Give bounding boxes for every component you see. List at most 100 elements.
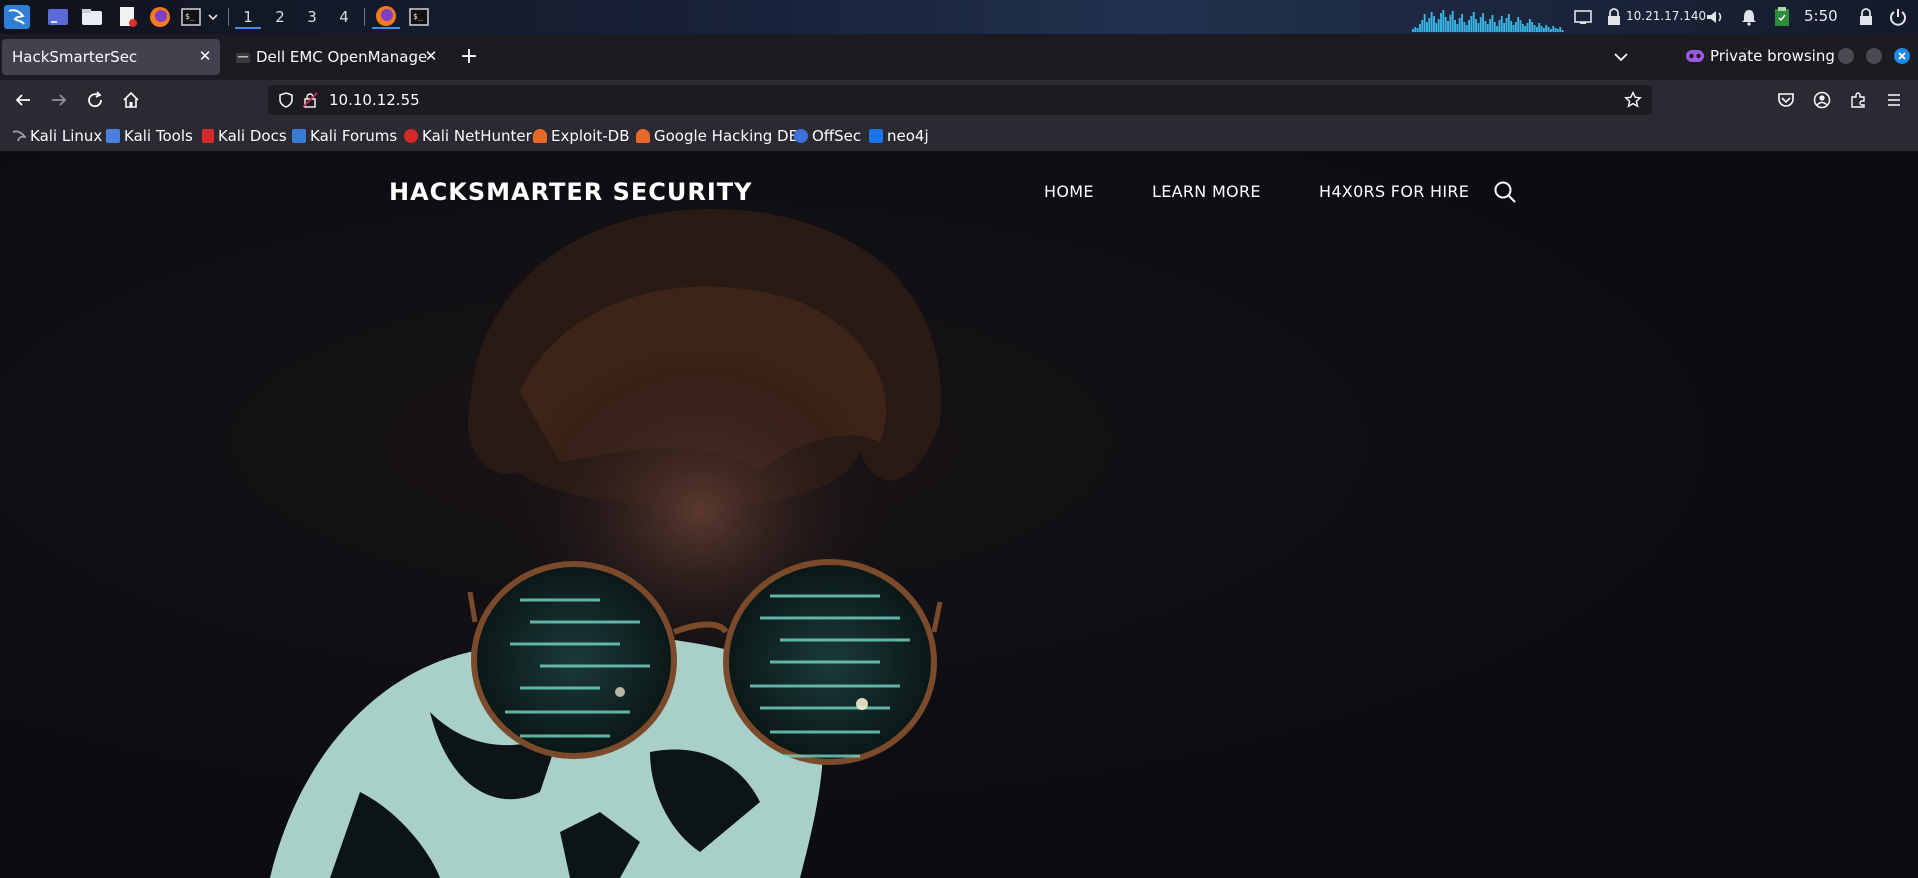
network-graph-bar	[1549, 29, 1552, 32]
network-graph-bar	[1479, 17, 1482, 32]
url-bar[interactable]: 10.10.12.55	[268, 85, 1652, 115]
insecure-lock-icon[interactable]	[302, 92, 318, 108]
account-icon[interactable]	[1808, 86, 1836, 114]
page-content: HACKSMARTER SECURITY HOME LEARN MORE H4X…	[0, 152, 1918, 878]
network-graph-bar	[1561, 30, 1564, 32]
bookmark-kali-forums[interactable]: Kali Forums	[292, 125, 397, 147]
bookmark-kali-docs[interactable]: Kali Docs	[202, 125, 287, 147]
volume-icon[interactable]	[1704, 5, 1726, 29]
network-graph-bar	[1435, 23, 1438, 32]
bookmark-star-icon[interactable]	[1624, 90, 1642, 109]
close-tab-icon[interactable]: ✕	[196, 47, 214, 65]
panel-separator	[228, 8, 229, 26]
kali-dragon-icon	[12, 129, 28, 143]
shield-icon[interactable]	[278, 92, 294, 108]
network-graph-bar	[1456, 24, 1459, 32]
minimize-button[interactable]	[1838, 48, 1854, 64]
desktop-icon[interactable]	[46, 5, 70, 29]
bookmark-kali-linux[interactable]: Kali Linux	[12, 125, 102, 147]
nav-h4x0rs-for-hire[interactable]: H4X0RS FOR HIRE	[1319, 182, 1469, 201]
bookmark-label: Kali Forums	[310, 127, 398, 145]
network-graph-bar	[1552, 26, 1555, 32]
close-window-button[interactable]	[1894, 48, 1910, 64]
network-graph-bar	[1545, 25, 1548, 32]
network-graph-bar	[1428, 18, 1431, 32]
file-manager-icon[interactable]	[80, 5, 104, 29]
exploit-db-icon	[533, 129, 547, 143]
hamburger-menu-icon[interactable]	[1880, 86, 1908, 114]
back-button[interactable]	[9, 86, 37, 114]
extensions-icon[interactable]	[1844, 86, 1872, 114]
network-graph-bar	[1421, 20, 1424, 32]
text-editor-icon[interactable]	[116, 5, 140, 29]
search-icon[interactable]	[1493, 180, 1517, 204]
nav-home[interactable]: HOME	[1044, 182, 1094, 201]
firefox-icon[interactable]	[148, 5, 172, 29]
private-browsing-indicator: Private browsing	[1686, 44, 1835, 68]
kali-menu-icon[interactable]	[3, 5, 31, 29]
network-graph-bar	[1514, 22, 1517, 32]
display-icon[interactable]	[1572, 5, 1594, 29]
network-graph-bar	[1442, 10, 1445, 32]
url-text: 10.10.12.55	[329, 91, 420, 109]
forward-button[interactable]	[45, 86, 73, 114]
kali-tools-icon	[106, 129, 120, 143]
bookmark-label: Kali Docs	[218, 127, 287, 145]
lock-icon[interactable]	[1856, 5, 1876, 29]
close-tab-icon[interactable]: ✕	[422, 47, 440, 65]
network-graph-bar	[1547, 27, 1550, 32]
notification-bell-icon[interactable]	[1738, 5, 1760, 29]
bookmark-kali-nethunter[interactable]: Kali NetHunter	[404, 125, 532, 147]
vpn-icon[interactable]	[1604, 5, 1624, 29]
list-all-tabs-icon[interactable]	[1610, 46, 1632, 68]
network-graph-bar	[1440, 13, 1442, 32]
bookmark-exploit-db[interactable]: Exploit-DB	[533, 125, 630, 147]
network-graph-bar	[1519, 20, 1522, 32]
network-graph-bar	[1437, 19, 1440, 32]
network-graph-bar	[1465, 25, 1468, 32]
network-graph-bar	[1486, 24, 1489, 32]
workspace-4[interactable]: 4	[331, 5, 357, 29]
network-graph-bar	[1512, 25, 1515, 32]
bookmark-kali-tools[interactable]: Kali Tools	[106, 125, 193, 147]
new-tab-button[interactable]: +	[458, 46, 480, 68]
network-graph-bar	[1475, 19, 1478, 32]
pocket-icon[interactable]	[1772, 86, 1800, 114]
firefox-window-icon[interactable]	[372, 5, 400, 29]
tab-hacksmartersec[interactable]: HackSmarterSec ✕	[2, 39, 220, 75]
bookmark-google-hacking-db[interactable]: Google Hacking DB	[636, 125, 799, 147]
nav-learn-more[interactable]: LEARN MORE	[1152, 182, 1261, 201]
network-graph-bar	[1542, 28, 1545, 32]
tab-dell-emc-openmanage[interactable]: Dell EMC OpenManage ✕	[226, 39, 448, 75]
network-graph-bar	[1503, 23, 1506, 32]
network-graph-icon	[1412, 10, 1564, 32]
clipboard-icon[interactable]	[1772, 5, 1792, 29]
private-mask-icon	[1686, 50, 1704, 62]
workspace-2[interactable]: 2	[267, 5, 293, 29]
home-button[interactable]	[117, 86, 145, 114]
reload-button[interactable]	[81, 86, 109, 114]
chevron-down-icon[interactable]	[206, 5, 220, 29]
terminal-icon[interactable]: $_	[180, 5, 202, 29]
network-graph-bar	[1449, 15, 1452, 32]
network-graph-bar	[1470, 16, 1473, 32]
network-graph-bar	[1430, 12, 1433, 32]
maximize-button[interactable]	[1866, 48, 1882, 64]
network-graph-bar	[1468, 20, 1470, 32]
bookmark-label: neo4j	[887, 127, 929, 145]
network-graph-bar	[1433, 16, 1435, 32]
bookmark-neo4j[interactable]: neo4j	[869, 125, 929, 147]
network-graph-bar	[1472, 12, 1475, 32]
workspace-3[interactable]: 3	[299, 5, 325, 29]
power-icon[interactable]	[1886, 5, 1910, 29]
bookmark-label: OffSec	[812, 127, 862, 145]
clock[interactable]: 5:50	[1804, 7, 1838, 25]
network-graph-bar	[1510, 21, 1513, 32]
bookmark-label: Kali NetHunter	[422, 127, 532, 145]
site-title[interactable]: HACKSMARTER SECURITY	[389, 178, 753, 206]
bookmark-offsec[interactable]: OffSec	[794, 125, 861, 147]
network-graph-bar	[1526, 23, 1529, 32]
workspace-1[interactable]: 1	[235, 5, 261, 29]
terminal-window-icon[interactable]: $_	[406, 5, 432, 29]
bookmark-label: Exploit-DB	[551, 127, 630, 145]
